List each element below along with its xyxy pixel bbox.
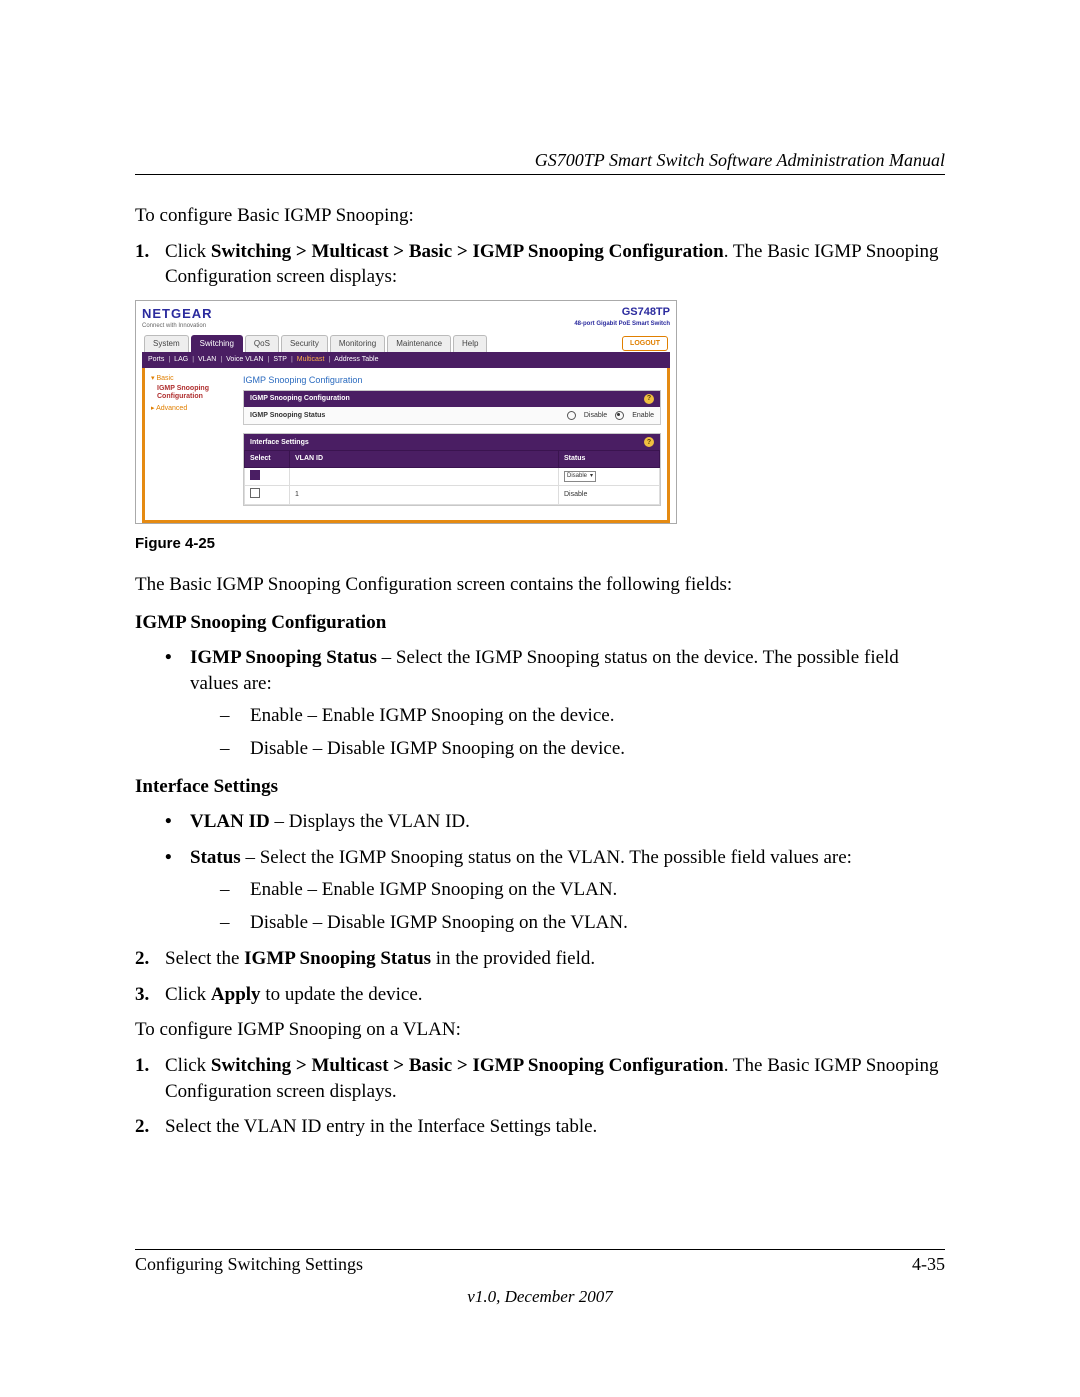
subnav-addresstable[interactable]: Address Table xyxy=(334,355,378,364)
step-3-number: 3. xyxy=(135,982,149,1008)
tab-security[interactable]: Security xyxy=(281,335,328,353)
tab-monitoring[interactable]: Monitoring xyxy=(330,335,385,353)
vstep-2: 2. Select the VLAN ID entry in the Inter… xyxy=(135,1114,945,1140)
step-3-post: to update the device. xyxy=(261,984,423,1005)
help-icon[interactable]: ? xyxy=(644,394,654,404)
step-2-number: 2. xyxy=(135,946,149,972)
content-title: IGMP Snooping Configuration xyxy=(243,374,661,386)
term-vlanid: VLAN ID xyxy=(190,811,270,832)
term-status: Status xyxy=(190,847,241,868)
panel1-title: IGMP Snooping Configuration xyxy=(250,394,350,403)
subnav-voicevlan[interactable]: Voice VLAN xyxy=(226,355,263,364)
heading-igmp-config: IGMP Snooping Configuration xyxy=(135,610,945,636)
th-select: Select xyxy=(245,451,290,467)
logout-button[interactable]: LOGOUT xyxy=(622,336,668,351)
subnav-stp[interactable]: STP xyxy=(273,355,287,364)
status-dropdown[interactable]: Disable xyxy=(564,471,596,481)
tab-system[interactable]: System xyxy=(144,335,189,353)
radio-enable[interactable] xyxy=(615,411,624,420)
embedded-screenshot: NETGEAR Connect with Innovation GS748TP … xyxy=(135,300,677,524)
panel2-title: Interface Settings xyxy=(250,438,309,447)
interface-table: Select VLAN ID Status Disable xyxy=(244,450,660,504)
status-label: IGMP Snooping Status xyxy=(250,411,567,420)
radio-disable[interactable] xyxy=(567,411,576,420)
panel-interface-settings: Interface Settings ? Select VLAN ID Stat… xyxy=(243,433,661,505)
subnav-lag[interactable]: LAG xyxy=(174,355,188,364)
subnav-ports[interactable]: Ports xyxy=(148,355,164,364)
table-row: Disable xyxy=(245,467,660,485)
list-item: IGMP Snooping Status – Select the IGMP S… xyxy=(135,645,945,762)
table-row[interactable]: 1 Disable xyxy=(245,486,660,504)
dash-item: Disable – Disable IGMP Snooping on the V… xyxy=(190,910,945,936)
step-2: 2. Select the IGMP Snooping Status in th… xyxy=(135,946,945,972)
panel-igmp-config: IGMP Snooping Configuration ? IGMP Snoop… xyxy=(243,390,661,425)
tab-switching[interactable]: Switching xyxy=(191,335,243,353)
subnav-multicast[interactable]: Multicast xyxy=(297,355,325,364)
row-checkbox[interactable] xyxy=(250,488,260,498)
th-vlan: VLAN ID xyxy=(290,451,559,467)
dash-item: Disable – Disable IGMP Snooping on the d… xyxy=(190,736,945,762)
vlan-intro-text: To configure IGMP Snooping on a VLAN: xyxy=(135,1017,945,1043)
sidenav-advanced[interactable]: ▸ Advanced xyxy=(151,404,233,413)
vstep-1-number: 1. xyxy=(135,1053,149,1079)
step-1: 1. Click Switching > Multicast > Basic >… xyxy=(135,239,945,290)
figure-caption: Figure 4-25 xyxy=(135,534,945,554)
footer-version: v1.0, December 2007 xyxy=(135,1287,945,1307)
intro-text: To configure Basic IGMP Snooping: xyxy=(135,203,945,229)
step-3-bold: Apply xyxy=(211,984,261,1005)
vstep-1-pre: Click xyxy=(165,1055,211,1076)
step-2-pre: Select the xyxy=(165,948,244,969)
footer-section: Configuring Switching Settings xyxy=(135,1254,363,1275)
help-icon[interactable]: ? xyxy=(644,437,654,447)
opt-enable-label: Enable xyxy=(632,411,654,420)
sidenav-basic[interactable]: ▾ Basic xyxy=(151,374,233,383)
sidenav-igmp-config[interactable]: IGMP Snooping Configuration xyxy=(157,385,233,400)
brand-tagline: Connect with Innovation xyxy=(142,322,213,330)
term-igmp-status: IGMP Snooping Status xyxy=(190,647,377,668)
vstep-1-path: Switching > Multicast > Basic > IGMP Sno… xyxy=(211,1055,724,1076)
opt-disable-label: Disable xyxy=(584,411,607,420)
step-1-number: 1. xyxy=(135,239,149,265)
step-2-post: in the provided field. xyxy=(431,948,595,969)
subnav: Ports| LAG| VLAN| Voice VLAN| STP| Multi… xyxy=(142,352,670,367)
page-header: GS700TP Smart Switch Software Administra… xyxy=(135,150,945,175)
subnav-vlan[interactable]: VLAN xyxy=(198,355,216,364)
brand-logo: NETGEAR xyxy=(142,305,213,323)
heading-interface-settings: Interface Settings xyxy=(135,774,945,800)
device-model-desc: 48-port Gigabit PoE Smart Switch xyxy=(574,320,670,328)
cell-vlanid: 1 xyxy=(290,486,559,504)
vstep-2-text: Select the VLAN ID entry in the Interfac… xyxy=(165,1116,597,1137)
vstep-1: 1. Click Switching > Multicast > Basic >… xyxy=(135,1053,945,1104)
tab-qos[interactable]: QoS xyxy=(245,335,279,353)
tab-maintenance[interactable]: Maintenance xyxy=(387,335,451,353)
vstep-2-number: 2. xyxy=(135,1114,149,1140)
text-vlanid: – Displays the VLAN ID. xyxy=(270,811,470,832)
row-checkbox-header[interactable] xyxy=(250,470,260,480)
dash-item: Enable – Enable IGMP Snooping on the VLA… xyxy=(190,877,945,903)
tab-help[interactable]: Help xyxy=(453,335,487,353)
footer-page: 4-35 xyxy=(912,1254,945,1275)
step-3-pre: Click xyxy=(165,984,211,1005)
th-status: Status xyxy=(559,451,660,467)
list-item: Status – Select the IGMP Snooping status… xyxy=(135,845,945,936)
step-1-pre: Click xyxy=(165,241,211,262)
dash-item: Enable – Enable IGMP Snooping on the dev… xyxy=(190,703,945,729)
cell-status: Disable xyxy=(559,486,660,504)
step-2-bold: IGMP Snooping Status xyxy=(244,948,431,969)
text-status: – Select the IGMP Snooping status on the… xyxy=(241,847,852,868)
list-item: VLAN ID – Displays the VLAN ID. xyxy=(135,809,945,835)
step-3: 3. Click Apply to update the device. xyxy=(135,982,945,1008)
step-1-path: Switching > Multicast > Basic > IGMP Sno… xyxy=(211,241,724,262)
device-model: GS748TP xyxy=(574,305,670,320)
after-figure-text: The Basic IGMP Snooping Configuration sc… xyxy=(135,572,945,598)
